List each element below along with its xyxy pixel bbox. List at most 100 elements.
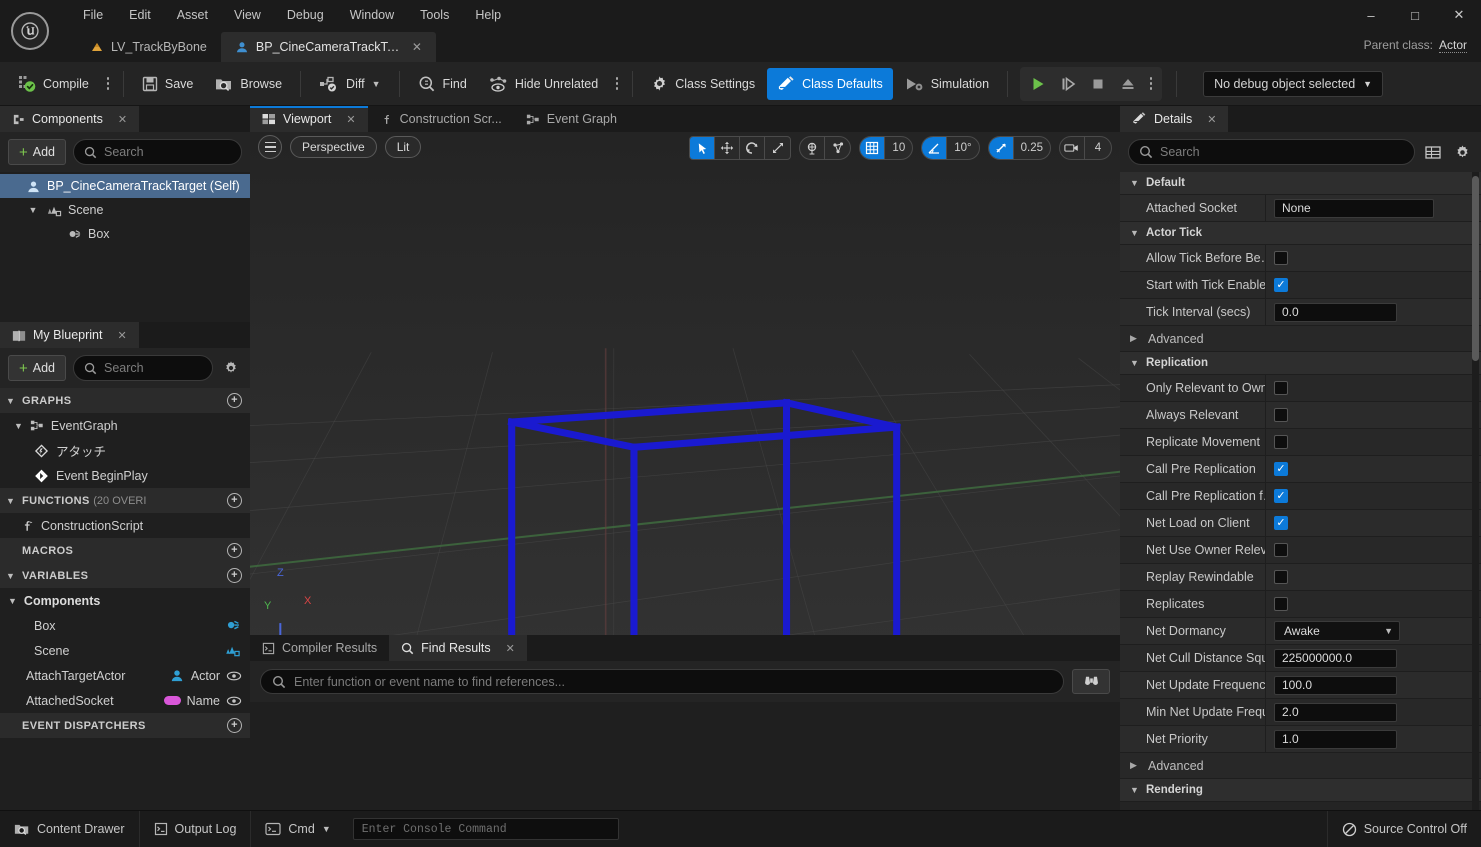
net-priority-field[interactable]: 1.0 xyxy=(1274,729,1397,749)
net-load-on-client-checkbox[interactable] xyxy=(1274,516,1288,530)
tab-viewport[interactable]: Viewport ✕ xyxy=(250,106,368,132)
scale-tool-button[interactable] xyxy=(765,137,790,159)
details-category-rendering[interactable]: ▼ Rendering xyxy=(1120,779,1481,802)
find-button[interactable]: Find xyxy=(408,68,477,100)
output-log-button[interactable]: Output Log xyxy=(140,810,252,847)
camera-speed-value[interactable]: 4 xyxy=(1085,137,1111,159)
close-icon[interactable]: ✕ xyxy=(410,40,422,54)
viewport-perspective-button[interactable]: Perspective xyxy=(290,136,377,158)
list-item-var-attachtargetactor[interactable]: AttachTargetActor Actor xyxy=(0,663,250,688)
browse-button[interactable]: Browse xyxy=(205,68,292,100)
close-icon[interactable]: ✕ xyxy=(1207,113,1216,126)
section-variables[interactable]: ▼ VARIABLES + xyxy=(0,563,250,588)
tab-event-graph[interactable]: Event Graph xyxy=(513,106,629,132)
compile-options-button[interactable] xyxy=(101,69,115,99)
viewport-viewmode-button[interactable]: Lit xyxy=(384,136,422,158)
maximize-button[interactable]: □ xyxy=(1393,0,1437,30)
components-search-box[interactable] xyxy=(73,139,242,165)
minimize-button[interactable]: – xyxy=(1349,0,1393,30)
list-item-eventgraph[interactable]: ▼ EventGraph xyxy=(0,413,250,438)
tab-compiler-results[interactable]: Compiler Results xyxy=(250,635,390,661)
details-category-replication[interactable]: ▼ Replication xyxy=(1120,352,1481,375)
section-event-dispatchers[interactable]: EVENT DISPATCHERS + xyxy=(0,713,250,738)
angle-snap-toggle[interactable] xyxy=(922,137,948,159)
details-category-actor-tick[interactable]: ▼ Actor Tick xyxy=(1120,222,1481,245)
eye-icon[interactable] xyxy=(226,695,242,707)
replay-rewindable-checkbox[interactable] xyxy=(1274,570,1288,584)
diff-button[interactable]: Diff ▼ xyxy=(309,68,390,100)
add-event-dispatcher-button[interactable]: + xyxy=(227,718,242,733)
min-net-update-frequency-field[interactable]: 2.0 xyxy=(1274,702,1397,722)
my-blueprint-search-input[interactable] xyxy=(104,361,202,375)
menu-view[interactable]: View xyxy=(221,5,274,25)
component-node-self[interactable]: BP_CineCameraTrackTarget (Self) xyxy=(0,174,250,198)
save-button[interactable]: Save xyxy=(132,68,204,100)
doc-tab-blueprint[interactable]: BP_CineCameraTrackTa... ✕ xyxy=(220,32,436,62)
allow-tick-before-begin-checkbox[interactable] xyxy=(1274,251,1288,265)
list-item-components-category[interactable]: ▼ Components xyxy=(0,588,250,613)
details-search-input[interactable] xyxy=(1160,145,1404,159)
hide-unrelated-button[interactable]: Hide Unrelated xyxy=(479,68,608,100)
cmd-button[interactable]: Cmd ▼ xyxy=(251,811,344,847)
section-macros[interactable]: MACROS + xyxy=(0,538,250,563)
menu-file[interactable]: File xyxy=(70,5,116,25)
class-settings-button[interactable]: Class Settings xyxy=(641,68,765,100)
content-drawer-button[interactable]: Content Drawer xyxy=(0,810,140,847)
play-options-button[interactable] xyxy=(1144,69,1158,99)
tab-construction-script[interactable]: Construction Scr... xyxy=(367,106,514,132)
scale-snap-toggle[interactable] xyxy=(988,137,1014,159)
tick-interval-field[interactable]: 0.0 xyxy=(1274,302,1397,322)
call-pre-replication-for-replay-checkbox[interactable] xyxy=(1274,489,1288,503)
list-item-attach-event[interactable]: アタッチ xyxy=(0,438,250,463)
add-variable-button[interactable]: + xyxy=(227,568,242,583)
select-tool-button[interactable] xyxy=(690,137,716,159)
net-use-owner-relevancy-checkbox[interactable] xyxy=(1274,543,1288,557)
component-node-box[interactable]: Box xyxy=(0,222,250,246)
console-command-input[interactable] xyxy=(361,822,610,836)
tab-my-blueprint[interactable]: My Blueprint ✕ xyxy=(0,322,139,348)
world-coords-button[interactable] xyxy=(800,137,826,159)
section-graphs[interactable]: ▼ GRAPHS + xyxy=(0,388,250,413)
replicate-movement-checkbox[interactable] xyxy=(1274,435,1288,449)
details-search-box[interactable] xyxy=(1128,139,1415,165)
replicates-checkbox[interactable] xyxy=(1274,597,1288,611)
components-search-input[interactable] xyxy=(104,145,231,159)
chevron-down-icon[interactable]: ▼ xyxy=(14,421,23,431)
angle-snap-value[interactable]: 10° xyxy=(947,137,978,159)
component-node-scene[interactable]: ▼ Scene xyxy=(0,198,250,222)
parent-class-link[interactable]: Actor xyxy=(1438,38,1467,53)
debug-object-selector[interactable]: No debug object selected ▼ xyxy=(1203,70,1384,97)
list-item-var-attachedsocket[interactable]: AttachedSocket Name xyxy=(0,688,250,713)
section-functions[interactable]: ▼ FUNCTIONS (20 OVERI + xyxy=(0,488,250,513)
find-references-input[interactable] xyxy=(294,674,1052,689)
viewport-menu-button[interactable] xyxy=(258,135,282,159)
tab-find-results[interactable]: Find Results ✕ xyxy=(389,635,527,661)
call-pre-replication-checkbox[interactable] xyxy=(1274,462,1288,476)
surface-snap-button[interactable] xyxy=(825,137,850,159)
console-command-wrap[interactable] xyxy=(352,818,619,840)
net-cull-distance-squared-field[interactable]: 225000000.0 xyxy=(1274,648,1397,668)
tab-components[interactable]: Components ✕ xyxy=(0,106,140,132)
details-subsection-actor-tick-advanced[interactable]: ▶ Advanced xyxy=(1120,326,1481,352)
graph-options-button[interactable] xyxy=(610,69,624,99)
menu-asset[interactable]: Asset xyxy=(164,5,221,25)
details-subsection-replication-advanced[interactable]: ▶ Advanced xyxy=(1120,753,1481,779)
close-window-button[interactable]: ✕ xyxy=(1437,0,1481,30)
step-frame-button[interactable] xyxy=(1054,70,1082,98)
expander-scene[interactable]: ▼ xyxy=(26,205,40,215)
tab-details[interactable]: Details ✕ xyxy=(1120,106,1229,132)
source-control-button[interactable]: Source Control Off xyxy=(1326,810,1481,847)
class-defaults-button[interactable]: Class Defaults xyxy=(767,67,893,100)
grid-snap-value[interactable]: 10 xyxy=(885,137,912,159)
rotate-tool-button[interactable] xyxy=(740,137,766,159)
details-category-default[interactable]: ▼ Default xyxy=(1120,172,1481,195)
menu-window[interactable]: Window xyxy=(337,5,407,25)
move-tool-button[interactable] xyxy=(715,137,741,159)
find-references-button[interactable] xyxy=(1072,669,1110,694)
always-relevant-checkbox[interactable] xyxy=(1274,408,1288,422)
doc-tab-level[interactable]: LV_TrackByBone xyxy=(76,32,221,62)
start-with-tick-enabled-checkbox[interactable] xyxy=(1274,278,1288,292)
blueprint-settings-icon[interactable] xyxy=(220,357,242,379)
viewport-3d[interactable]: Z X Y Perspective Lit 10 10° 0.25 4 xyxy=(250,132,1120,635)
close-icon[interactable]: ✕ xyxy=(117,329,126,342)
